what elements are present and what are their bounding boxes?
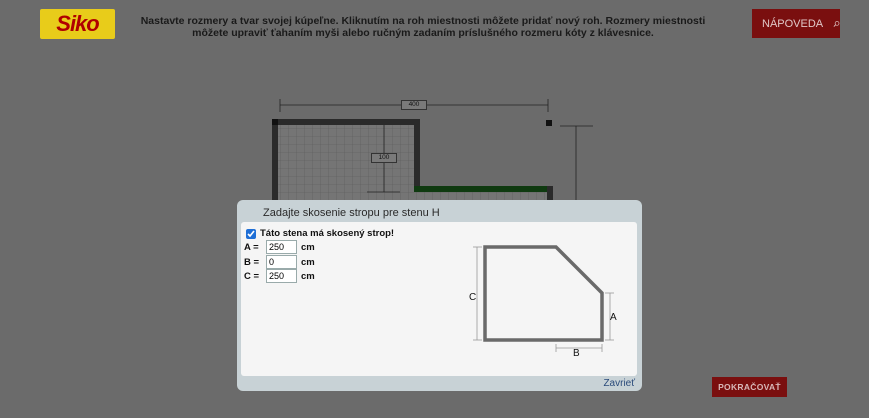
corner-handle[interactable] <box>272 119 278 125</box>
dialog-title: Zadajte skosenie stropu pre stenu H <box>263 207 440 219</box>
sloped-ceiling-dialog: Zadajte skosenie stropu pre stenu H Táto… <box>237 200 642 391</box>
slope-diagram-label-a: A <box>610 312 617 323</box>
slope-diagram-label-b: B <box>573 348 580 359</box>
slope-diagram: C A B <box>469 245 617 359</box>
continue-button[interactable]: POKRAČOVAŤ <box>712 377 787 397</box>
slope-diagram-shape <box>483 245 604 342</box>
dimension-right <box>560 125 593 205</box>
dimension-top-label[interactable]: 400 <box>401 100 427 110</box>
corner-handle[interactable] <box>546 120 552 126</box>
dialog-body: Táto stena má skosený strop! A = cm B = … <box>241 222 637 376</box>
dimension-inner-label[interactable]: 100 <box>371 153 397 163</box>
close-dialog-link[interactable]: Zavrieť <box>603 378 635 389</box>
slope-diagram-label-c: C <box>469 292 476 303</box>
